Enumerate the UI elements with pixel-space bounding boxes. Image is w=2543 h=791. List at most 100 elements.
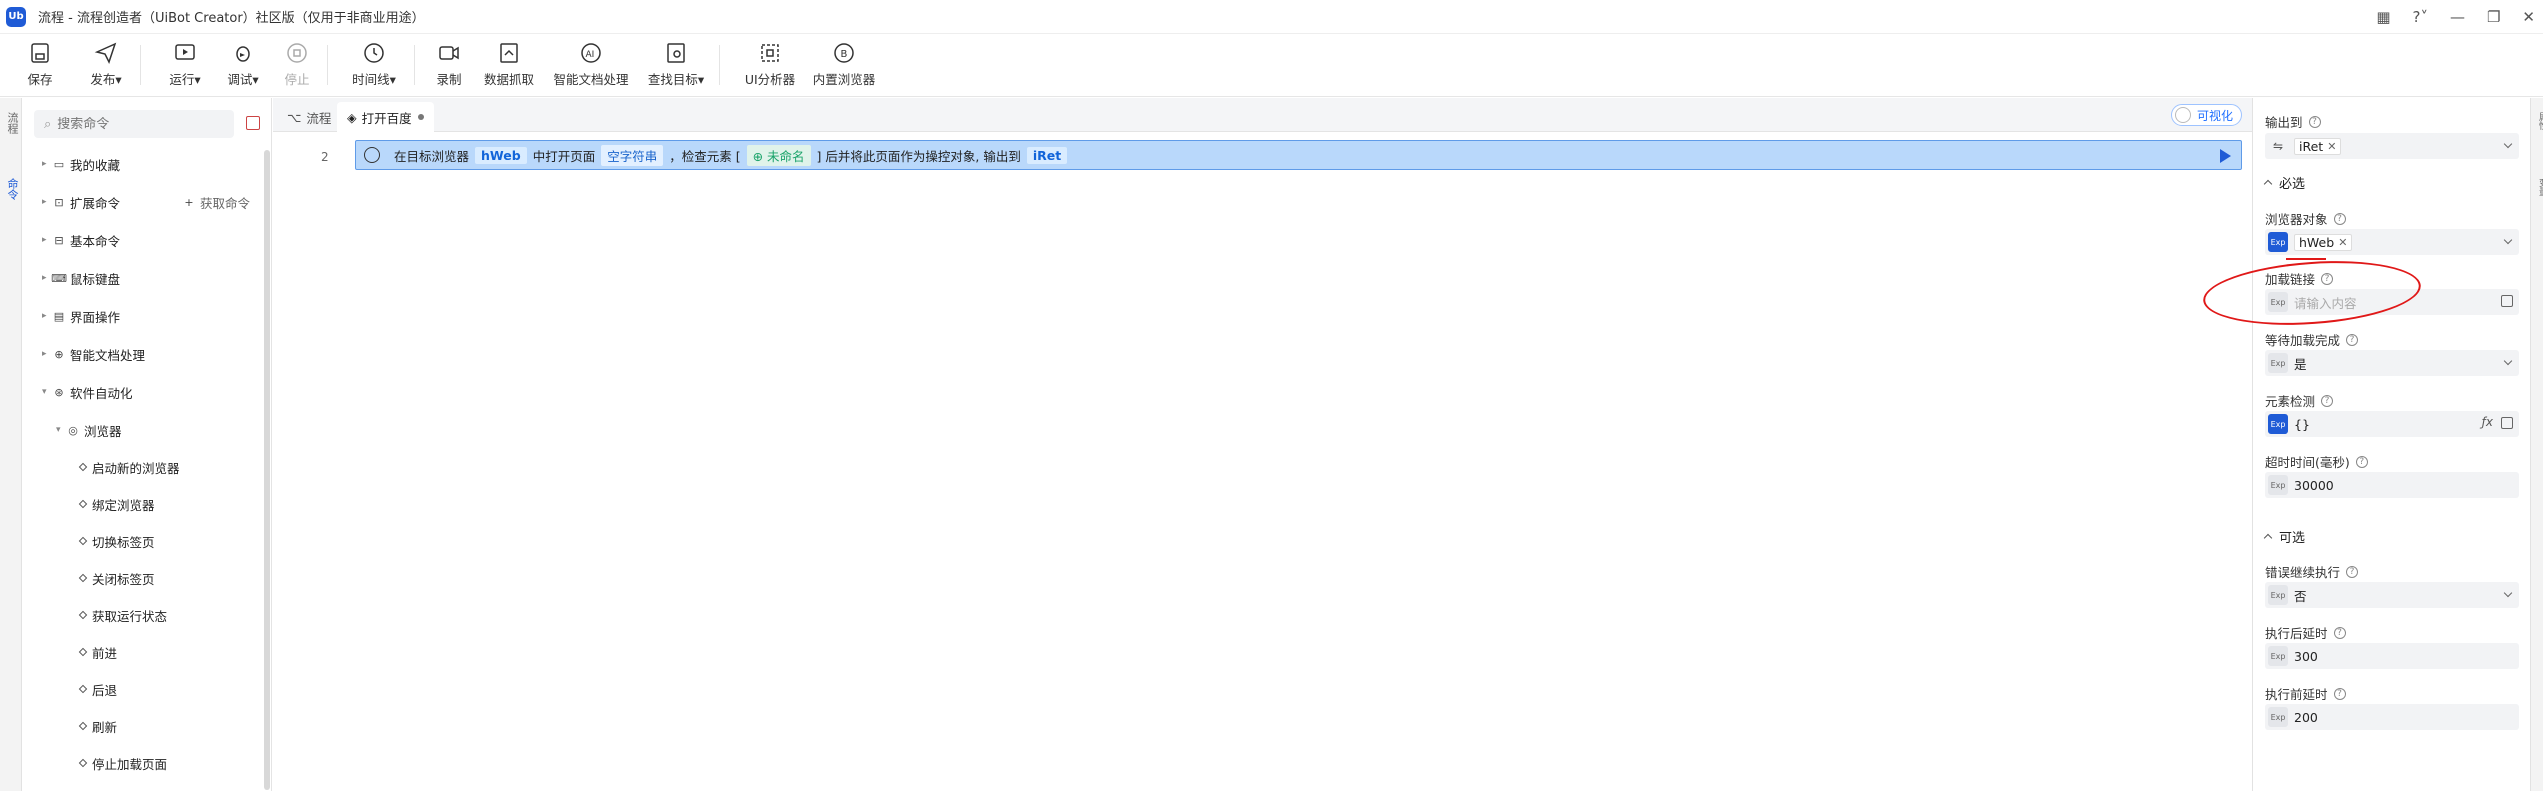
tree-item-browser[interactable]: ▾ ◎ 浏览器 bbox=[56, 420, 122, 440]
data-grab-button[interactable]: 数据抓取 bbox=[481, 35, 537, 97]
delay-after-field[interactable]: Exp 300 bbox=[2265, 643, 2519, 669]
edit-icon[interactable] bbox=[2501, 295, 2513, 307]
layers-icon: ◈ bbox=[347, 109, 357, 125]
delay-before-field[interactable]: Exp 200 bbox=[2265, 704, 2519, 730]
help-icon[interactable]: ? bbox=[2355, 455, 2368, 468]
help-icon[interactable]: ? bbox=[2346, 333, 2359, 346]
get-commands-button[interactable]: + 获取命令 bbox=[182, 192, 250, 212]
search-icon: ⌕ bbox=[44, 116, 52, 132]
ui-analyzer-button[interactable]: UI分析器 bbox=[742, 35, 798, 97]
remove-tag-icon[interactable]: ✕ bbox=[2338, 236, 2347, 249]
tree-item-get-status[interactable]: 获取运行状态 bbox=[78, 605, 167, 625]
tree-item-stop-loading[interactable]: 停止加载页面 bbox=[78, 753, 167, 773]
timeline-button[interactable]: 时间线▾ bbox=[346, 35, 402, 97]
chevron-down-icon[interactable] bbox=[2503, 356, 2513, 366]
ui-analyzer-icon bbox=[761, 44, 779, 62]
run-step-icon[interactable] bbox=[2220, 149, 2231, 163]
properties-panel: 输出到? ⇋ iRet ✕ 必选 浏览器对象? Exp hWeb ✕ 加载链接? E… bbox=[2252, 98, 2542, 791]
tree-item-ai-doc[interactable]: ▸ ⊕ 智能文档处理 bbox=[42, 344, 145, 364]
exp-toggle[interactable]: Exp bbox=[2268, 707, 2288, 727]
element-check-field[interactable]: Exp {} ƒx bbox=[2265, 411, 2519, 437]
builtin-browser-button[interactable]: B 内置浏览器 bbox=[812, 35, 876, 97]
browser-object-field[interactable]: Exp hWeb ✕ bbox=[2265, 229, 2519, 255]
search-input[interactable] bbox=[57, 116, 218, 132]
svg-text:B: B bbox=[841, 49, 848, 60]
flow-canvas: ⌥ 流程 ◈ 打开百度 可视化 2 在目标浏览器 hWeb 中打开页面 空字符串… bbox=[273, 98, 2252, 791]
tree-item-refresh[interactable]: 刷新 bbox=[78, 716, 117, 736]
fx-icon[interactable]: ƒx bbox=[2482, 415, 2493, 429]
flow-step-open-page[interactable]: 在目标浏览器 hWeb 中打开页面 空字符串 ，检查元素 [ ⊕ 未命名 ] 后… bbox=[355, 140, 2242, 170]
tree-item-close-tab[interactable]: 关闭标签页 bbox=[78, 568, 155, 588]
delay-after-value: 300 bbox=[2294, 648, 2318, 664]
chevron-down-icon[interactable] bbox=[2503, 588, 2513, 598]
tree-item-basic[interactable]: ▸ ⊟ 基本命令 bbox=[42, 230, 120, 250]
chevron-down-icon[interactable] bbox=[2503, 235, 2513, 245]
chevron-down-icon[interactable] bbox=[2503, 139, 2513, 149]
wait-load-field[interactable]: Exp 是 bbox=[2265, 350, 2519, 376]
step-browser-var[interactable]: hWeb bbox=[475, 146, 527, 164]
step-element-target[interactable]: ⊕ 未命名 bbox=[746, 144, 811, 166]
tree-item-launch-browser[interactable]: 启动新的浏览器 bbox=[78, 457, 180, 477]
exp-toggle[interactable]: Exp bbox=[2268, 585, 2288, 605]
help-icon[interactable]: ? bbox=[2308, 115, 2321, 128]
step-url-value[interactable]: 空字符串 bbox=[601, 144, 664, 166]
help-icon[interactable]: ? bbox=[2333, 626, 2346, 639]
tree-item-favorites[interactable]: ▸ ▭ 我的收藏 bbox=[42, 154, 120, 174]
timeout-field[interactable]: Exp 30000 bbox=[2265, 472, 2519, 498]
edit-icon[interactable] bbox=[2501, 417, 2513, 429]
record-button[interactable]: 录制 bbox=[431, 35, 467, 97]
required-section-header[interactable]: 必选 bbox=[2263, 173, 2305, 192]
rail-tab-commands[interactable]: 命令 bbox=[2, 178, 20, 200]
tree-item-software-automation[interactable]: ▾ ⊛ 软件自动化 bbox=[42, 382, 133, 402]
exp-toggle[interactable]: Exp bbox=[2268, 353, 2288, 373]
collapse-panel-icon[interactable] bbox=[246, 116, 260, 130]
tree-item-ui[interactable]: ▸ ▤ 界面操作 bbox=[42, 306, 120, 326]
exp-toggle[interactable]: Exp bbox=[2268, 232, 2288, 252]
exp-toggle[interactable]: Exp bbox=[2268, 646, 2288, 666]
command-panel-scrollbar[interactable] bbox=[264, 150, 270, 790]
command-panel: ⌕ ▸▭我的收藏 ▸⊡扩展命令 +获取命令 ▸⊟基本命令 ▸⌨鼠标键盘 ▸▤界面… bbox=[22, 98, 272, 791]
rail-tab-flow[interactable]: 流程 bbox=[2, 112, 20, 134]
help-icon[interactable]: ? bbox=[2333, 687, 2346, 700]
find-target-label: 查找目标▾ bbox=[647, 72, 705, 87]
close-button[interactable]: ✕ bbox=[2522, 8, 2535, 26]
rail-tab-properties[interactable]: 属性 bbox=[2531, 112, 2543, 130]
command-icon bbox=[78, 610, 88, 620]
restore-button[interactable]: ❐ bbox=[2487, 8, 2500, 26]
stop-button[interactable]: 停止 bbox=[279, 35, 315, 97]
layout-icon[interactable]: ▦ bbox=[2376, 8, 2390, 26]
tree-item-back[interactable]: 后退 bbox=[78, 679, 117, 699]
command-search[interactable]: ⌕ bbox=[34, 110, 234, 138]
automation-icon: ⊛ bbox=[54, 385, 64, 399]
tree-item-switch-tab[interactable]: 切换标签页 bbox=[78, 531, 155, 551]
output-field[interactable]: ⇋ iRet ✕ bbox=[2265, 133, 2519, 159]
command-icon bbox=[78, 647, 88, 657]
tree-item-mouse-keyboard[interactable]: ▸ ⌨ 鼠标键盘 bbox=[42, 268, 120, 288]
debug-button[interactable]: 调试▾ bbox=[221, 35, 265, 97]
error-continue-field[interactable]: Exp 否 bbox=[2265, 582, 2519, 608]
tree-item-bind-browser[interactable]: 绑定浏览器 bbox=[78, 494, 155, 514]
help-icon[interactable]: ? bbox=[2346, 565, 2359, 578]
exp-toggle[interactable]: Exp bbox=[2268, 414, 2288, 434]
run-button[interactable]: 运行▾ bbox=[163, 35, 207, 97]
help-icon[interactable]: ?˅ bbox=[2413, 8, 2428, 26]
minimize-button[interactable]: — bbox=[2450, 8, 2465, 26]
exp-toggle[interactable]: Exp bbox=[2268, 475, 2288, 495]
publish-button[interactable]: 发布▾ bbox=[84, 35, 128, 97]
find-target-button[interactable]: 查找目标▾ bbox=[645, 35, 707, 97]
step-output-var[interactable]: iRet bbox=[1026, 146, 1068, 164]
remove-tag-icon[interactable]: ✕ bbox=[2327, 140, 2336, 153]
tree-item-forward[interactable]: 前进 bbox=[78, 642, 117, 662]
tab-open-baidu[interactable]: ◈ 打开百度 bbox=[337, 102, 434, 132]
error-continue-label: 错误继续执行? bbox=[2265, 562, 2359, 581]
optional-section-header[interactable]: 可选 bbox=[2263, 527, 2305, 546]
help-icon[interactable]: ? bbox=[2333, 212, 2346, 225]
rail-tab-variables[interactable]: 变量 bbox=[2531, 178, 2543, 196]
save-button[interactable]: 保存 bbox=[20, 35, 60, 97]
visual-toggle[interactable]: 可视化 bbox=[2170, 104, 2242, 126]
tree-item-extensions[interactable]: ▸ ⊡ 扩展命令 bbox=[42, 192, 120, 212]
ai-doc-button[interactable]: AI 智能文档处理 bbox=[551, 35, 631, 97]
help-icon[interactable]: ? bbox=[2321, 394, 2334, 407]
tab-flow[interactable]: ⌥ 流程 bbox=[277, 102, 341, 132]
main-toolbar: 保存 发布▾ 运行▾ 调试▾ 停止 时间线▾ 录制 数据抓取 AI 智能文档处理… bbox=[0, 35, 2543, 97]
